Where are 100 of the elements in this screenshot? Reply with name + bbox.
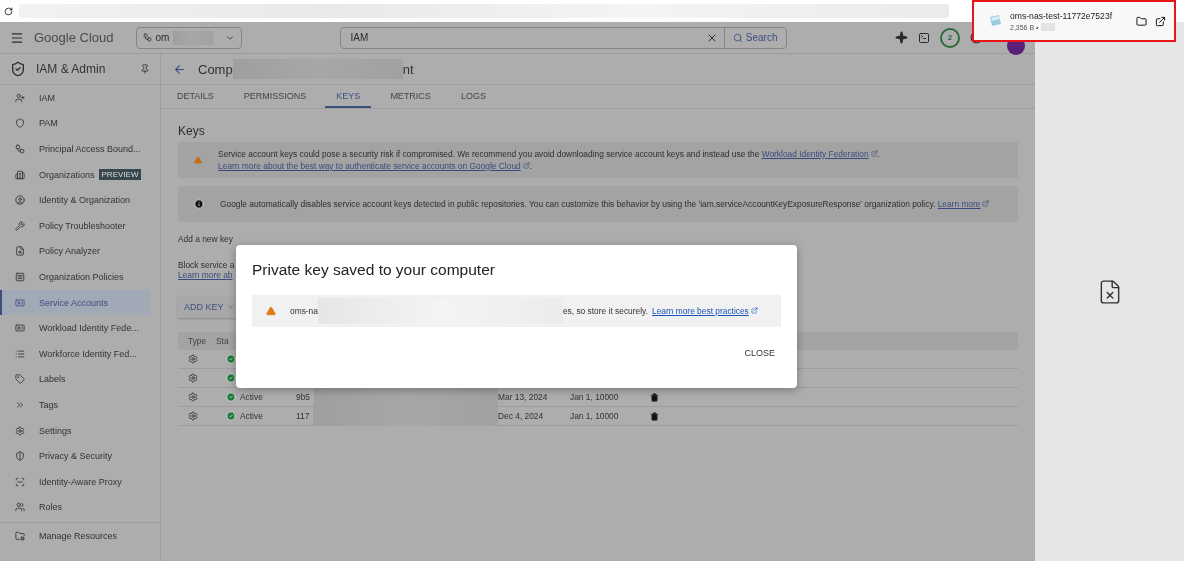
table-cell-text: Jan 1, 10000 — [570, 411, 620, 421]
column-header: Type — [187, 336, 208, 346]
warning-icon — [194, 155, 203, 165]
section-heading: Keys — [178, 124, 206, 138]
file-icon — [988, 15, 1002, 27]
tab[interactable]: DETAILS — [166, 85, 225, 108]
table-cell-text: Dec 4, 2024 — [498, 411, 545, 421]
tab[interactable]: LOGS — [449, 85, 497, 108]
check-icon — [226, 354, 236, 364]
delete-icon[interactable] — [650, 411, 659, 421]
key-id: 9b5 — [296, 392, 310, 402]
link[interactable]: Learn more — [937, 199, 990, 209]
sidebar-item[interactable]: Organization Policies — [0, 264, 150, 290]
external-link-icon — [522, 162, 530, 169]
link[interactable]: Learn more about the best way to authenticate service accounts on Google Cloud — [218, 161, 530, 171]
menu-icon[interactable] — [10, 30, 24, 45]
item-icon — [15, 220, 25, 231]
project-icon — [142, 33, 152, 42]
sidebar-item[interactable]: PAM — [0, 110, 150, 137]
item-icon — [15, 118, 25, 129]
file-name: oms-nas-test-11772e7523f — [1010, 11, 1114, 21]
banner-text: Service account keys could pose a security risk if compromised. We recommend you avoid downloading service account keys and instead use the Workload Identity Federation . Learn more about the best way to authenticate service accounts on Google Cloud . — [218, 148, 881, 172]
back-icon[interactable] — [173, 62, 186, 76]
item-icon — [15, 399, 25, 410]
sidebar-item[interactable]: Policy Troubleshooter — [0, 212, 150, 239]
folder-icon — [15, 530, 25, 541]
status-text: Active — [240, 392, 263, 402]
sidebar-item[interactable]: Service Accounts — [0, 289, 150, 316]
sidebar-item[interactable]: Identity-Aware Proxy — [0, 468, 150, 495]
preview-badge: PREVIEW — [98, 169, 142, 181]
tab[interactable]: PERMISSIONS — [232, 85, 318, 108]
message-text: es, so store it securely. — [562, 306, 648, 316]
table-cell-text: Mar 13, 2024 — [498, 392, 549, 402]
item-icon — [15, 323, 25, 334]
external-link-icon — [750, 307, 758, 314]
item-icon — [15, 195, 25, 206]
item-icon — [15, 476, 25, 487]
item-icon — [15, 92, 25, 103]
info-icon — [194, 199, 204, 209]
item-icon — [15, 502, 25, 513]
column-header: Sta — [216, 336, 230, 346]
sidebar-item[interactable]: Policy Analyzer — [0, 238, 150, 265]
search-button[interactable]: Search — [723, 27, 786, 48]
search-icon — [732, 32, 743, 43]
sidebar-item[interactable]: Tags — [0, 392, 150, 418]
project-picker[interactable]: om — [135, 26, 242, 49]
key-type-icon — [188, 373, 198, 383]
key-type-icon — [188, 392, 198, 402]
tab[interactable]: METRICS — [379, 85, 442, 108]
message-text: oms-na — [290, 306, 318, 316]
sidebar-item[interactable]: Settings — [0, 417, 150, 444]
description-text: Block service a — [178, 260, 235, 270]
logo: Google Cloud — [34, 30, 114, 45]
link[interactable]: Workload Identity Federation — [761, 149, 878, 159]
sidebar-item[interactable]: IAM — [0, 85, 150, 111]
sidebar-item[interactable]: Organizations PREVIEW — [0, 161, 150, 188]
sidebar-title: IAM & Admin — [36, 62, 107, 76]
sidebar-item[interactable]: Workforce Identity Fed... — [0, 340, 150, 367]
item-icon — [15, 451, 25, 462]
caret-icon — [226, 303, 234, 311]
table-cell-text: Jan 1, 10000 — [570, 392, 620, 402]
warning-icon — [266, 306, 276, 316]
description-text: Add a new key — [178, 234, 233, 244]
page-title: Comp — [198, 61, 233, 77]
item-icon — [15, 271, 25, 282]
tab[interactable]: KEYS — [325, 85, 372, 108]
status-text: Active — [240, 411, 263, 421]
folder-icon[interactable] — [1136, 15, 1147, 27]
sidebar-item[interactable]: Principal Access Bound... — [0, 136, 150, 162]
sidebar-item[interactable]: Identity & Organization — [0, 187, 150, 213]
reload-icon[interactable] — [4, 6, 13, 16]
key-id: 117 — [296, 411, 310, 421]
banner-text: Google automatically disables service account keys detected in public repositories. You can customize this behavior by using the 'iam.serviceAccountKeyExposureResponse' organization policy. Learn more — [220, 198, 990, 210]
sidebar-item[interactable]: Manage Resources — [0, 523, 150, 549]
key-type-icon — [188, 354, 198, 364]
check-icon — [226, 411, 236, 421]
sidebar-item[interactable]: Labels — [0, 366, 150, 393]
dialog-title: Private key saved to your computer — [252, 261, 496, 279]
sidebar-item[interactable]: Workload Identity Fede... — [0, 315, 150, 341]
delete-icon[interactable] — [650, 392, 659, 402]
notification-badge[interactable]: 2 — [940, 27, 960, 48]
check-icon — [226, 373, 236, 383]
terminal-icon[interactable] — [918, 31, 930, 44]
best-practices-link[interactable]: Learn more best practices — [651, 306, 758, 316]
external-link-icon — [870, 150, 878, 157]
item-icon — [15, 169, 25, 180]
item-icon — [15, 374, 25, 385]
close-button[interactable]: CLOSE — [738, 347, 781, 359]
sparkle-icon[interactable] — [895, 31, 908, 44]
item-icon — [15, 246, 25, 257]
search-field[interactable]: IAM Search — [339, 26, 787, 49]
open-external-icon[interactable] — [1155, 15, 1166, 27]
key-type-icon — [188, 411, 198, 421]
learn-more-link[interactable]: Learn more ab — [178, 270, 233, 280]
external-link-icon — [982, 200, 990, 207]
sidebar-item[interactable]: Roles — [0, 494, 150, 521]
sidebar-item[interactable]: Privacy & Security — [0, 443, 150, 469]
item-icon — [15, 297, 25, 308]
page-title: nt — [402, 61, 414, 77]
pin-icon[interactable] — [140, 64, 150, 74]
